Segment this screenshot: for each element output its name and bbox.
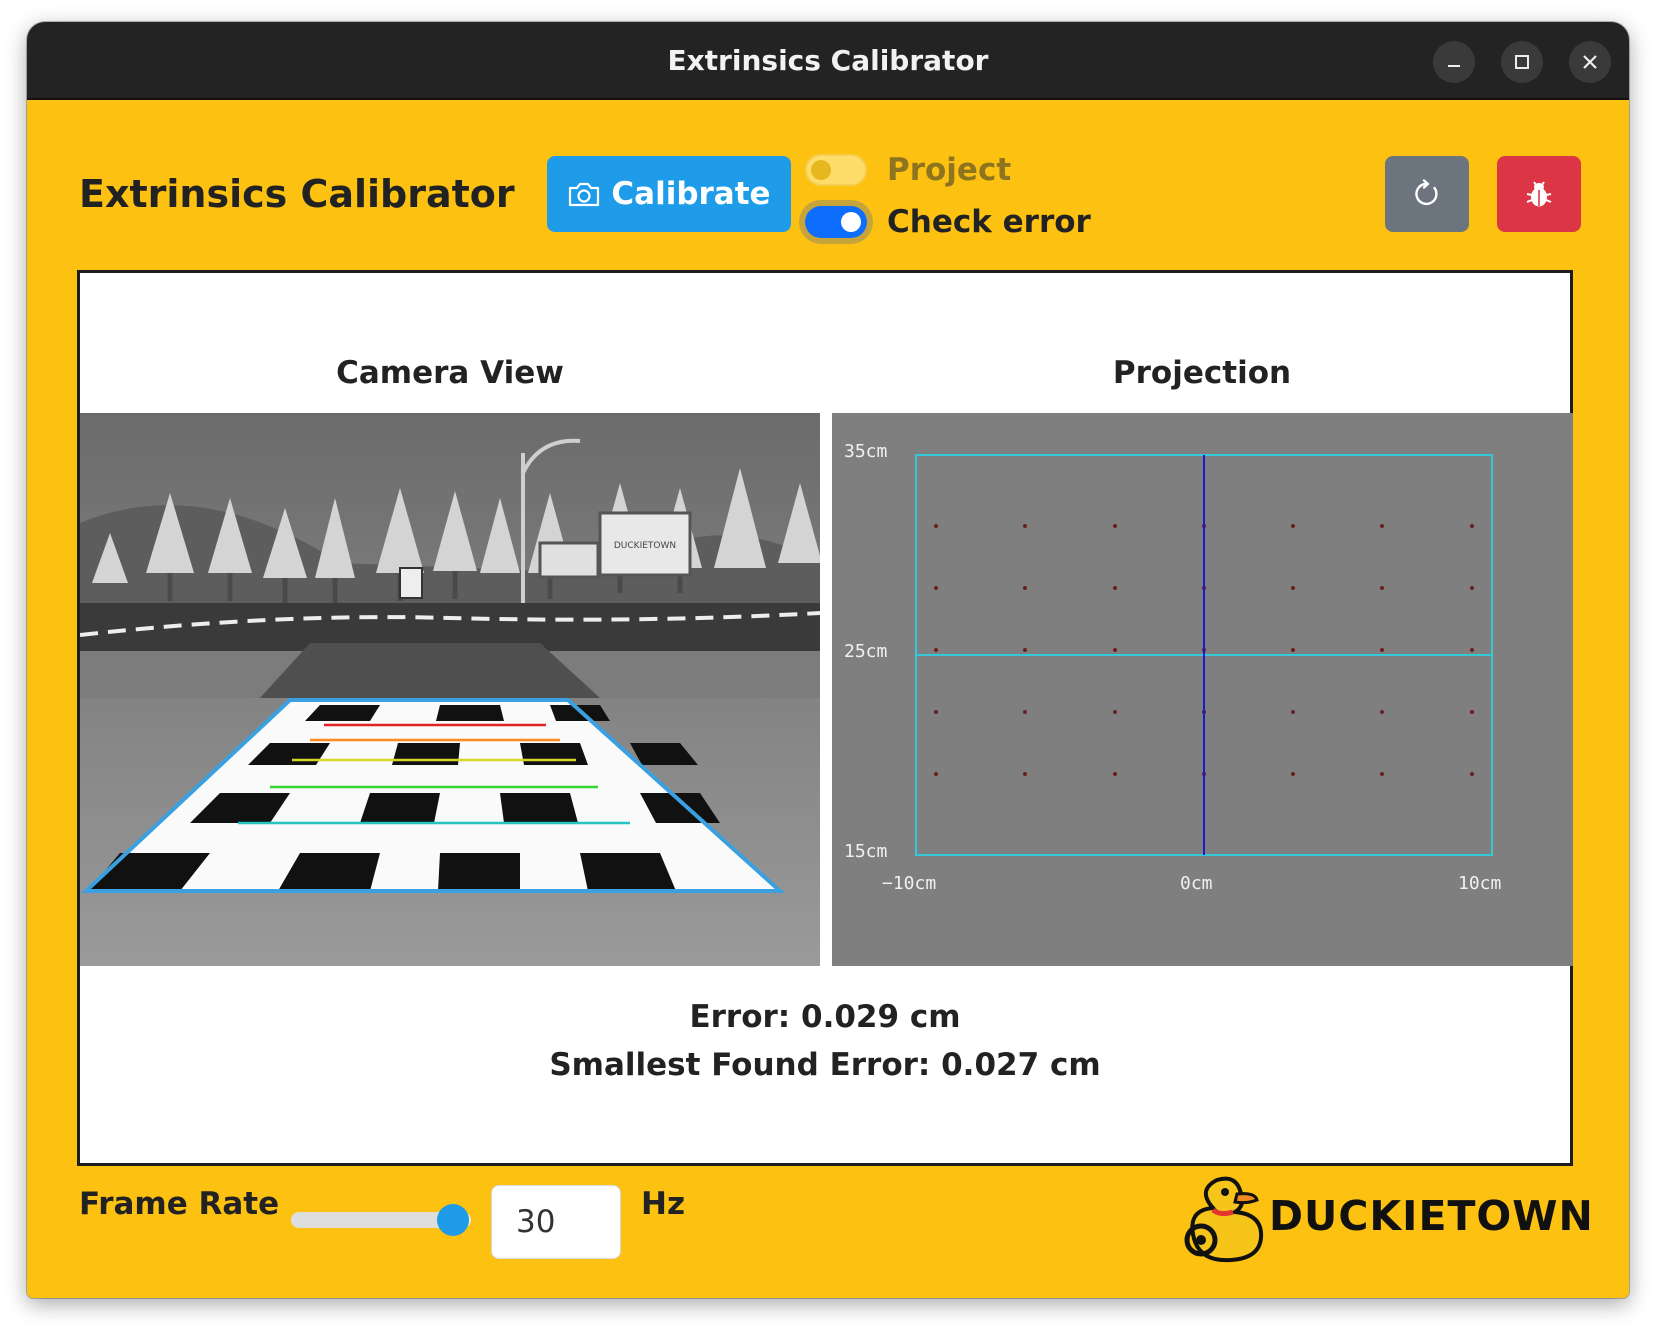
projection-point (1023, 772, 1027, 776)
bug-icon (1526, 181, 1552, 207)
project-toggle[interactable] (805, 154, 867, 186)
logo-text: DUCKIETOWN (1269, 1192, 1594, 1240)
calibrate-label: Calibrate (611, 176, 771, 212)
y-tick-label: 35cm (844, 441, 887, 462)
camera-view-image: DUCKIETOWN (80, 413, 820, 966)
x-tick-label: 0cm (1180, 873, 1213, 894)
slider-thumb[interactable] (437, 1204, 469, 1236)
projection-point (1291, 772, 1295, 776)
window-title: Extrinsics Calibrator (667, 43, 989, 77)
close-button[interactable] (1569, 41, 1611, 83)
projection-grid: 35cm 25cm 15cm −10cm 0cm 10cm (844, 441, 1501, 894)
title-bar[interactable]: Extrinsics Calibrator (27, 22, 1629, 100)
frame-rate-slider[interactable] (291, 1204, 471, 1236)
x-tick-label: 10cm (1458, 873, 1501, 894)
refresh-icon (1415, 179, 1438, 206)
projection-point (934, 586, 938, 590)
views-panel: Camera View Projection DUCKIETOWN 35cm 2… (77, 270, 1573, 1166)
projection-point (1380, 524, 1384, 528)
projection-plot: 35cm 25cm 15cm −10cm 0cm 10cm (832, 413, 1573, 966)
projection-point (1380, 710, 1384, 714)
debug-button[interactable] (1497, 156, 1581, 232)
duckietown-logo: DUCKIETOWN (1175, 1170, 1593, 1266)
slider-track-fill (291, 1212, 453, 1228)
frame-rate-input[interactable] (491, 1185, 621, 1259)
projection-point (1291, 524, 1295, 528)
projection-point (1023, 710, 1027, 714)
projection-point (934, 524, 938, 528)
projection-point (934, 772, 938, 776)
error-readout: Error: 0.029 cm (689, 999, 961, 1035)
calibrate-button[interactable]: Calibrate (547, 156, 791, 232)
project-toggle-label: Project (887, 152, 1012, 188)
maximize-icon (1515, 55, 1529, 69)
projection-title: Projection (1112, 355, 1292, 391)
projection-point (1470, 648, 1474, 652)
app-content: Extrinsics Calibrator Calibrate Project … (27, 100, 1629, 1298)
check-error-toggle-label: Check error (887, 204, 1091, 240)
minimize-button[interactable] (1433, 41, 1475, 83)
projection-point (1291, 710, 1295, 714)
projection-point (1470, 772, 1474, 776)
check-error-toggle[interactable] (805, 206, 867, 238)
projection-point (1470, 710, 1474, 714)
projection-point (1380, 648, 1384, 652)
billboard-text: DUCKIETOWN (614, 541, 676, 551)
project-toggle-row: Project (805, 152, 1011, 188)
maximize-button[interactable] (1501, 41, 1543, 83)
smallest-error-readout: Smallest Found Error: 0.027 cm (549, 1047, 1101, 1083)
y-tick-label: 15cm (844, 841, 887, 862)
projection-point (1113, 710, 1117, 714)
frame-rate-unit: Hz (641, 1186, 685, 1222)
check-error-toggle-row: Check error (805, 204, 1091, 240)
camera-view-title: Camera View (336, 355, 564, 391)
close-icon (1583, 55, 1597, 69)
x-tick-label: −10cm (882, 873, 936, 894)
projection-point (1113, 648, 1117, 652)
projection-point (1023, 586, 1027, 590)
projection-point (1113, 524, 1117, 528)
duck-logo-icon (1184, 1176, 1264, 1263)
projection-point (1023, 648, 1027, 652)
refresh-button[interactable] (1385, 156, 1469, 232)
app-window: Extrinsics Calibrator Extrinsics Calibra… (27, 22, 1629, 1298)
y-tick-label: 25cm (844, 641, 887, 662)
projection-point (1023, 524, 1027, 528)
projection-point (1470, 586, 1474, 590)
projection-point (1113, 772, 1117, 776)
projection-point (1380, 772, 1384, 776)
projection-point (1470, 524, 1474, 528)
projection-point (934, 648, 938, 652)
frame-rate-label: Frame Rate (79, 1186, 280, 1222)
projection-point (934, 710, 938, 714)
page-title: Extrinsics Calibrator (79, 172, 515, 216)
projection-point (1380, 586, 1384, 590)
projection-point (1291, 648, 1295, 652)
camera-scene: DUCKIETOWN (80, 413, 820, 966)
projection-point (1291, 586, 1295, 590)
projection-point (1113, 586, 1117, 590)
camera-icon (569, 182, 600, 207)
minimize-icon (1448, 65, 1460, 67)
